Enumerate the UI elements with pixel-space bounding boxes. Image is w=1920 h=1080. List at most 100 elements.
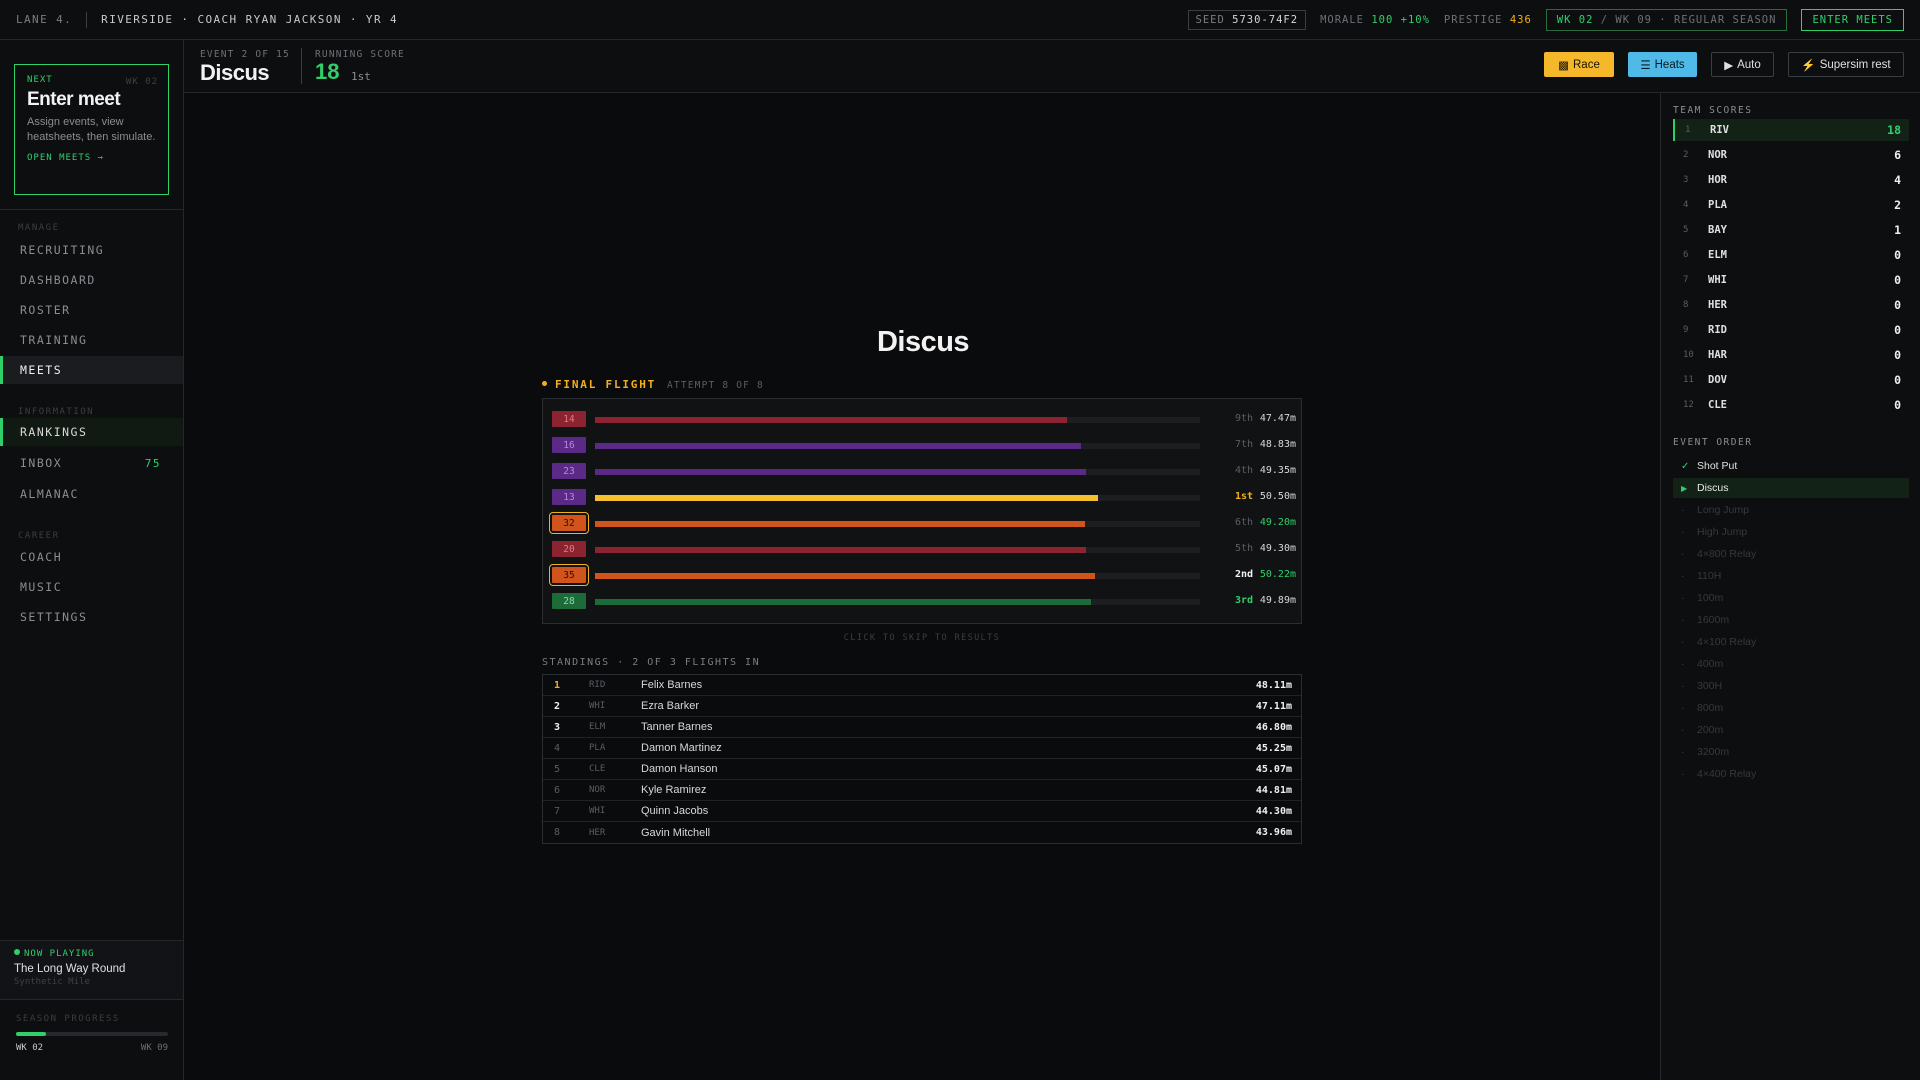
team-score-row[interactable]: 10 HAR 0	[1673, 344, 1909, 366]
event-order-item[interactable]: · 800m	[1673, 698, 1909, 718]
flight-dot-icon	[542, 381, 547, 386]
athlete-bib: 32	[549, 512, 589, 534]
event-name: 800m	[1697, 702, 1724, 714]
team-score-row[interactable]: 9 RID 0	[1673, 319, 1909, 341]
sidebar-item-music[interactable]: MUSIC	[0, 573, 183, 601]
now-playing-tag: NOW PLAYING	[24, 949, 95, 959]
event-order-item[interactable]: · 1600m	[1673, 610, 1909, 630]
standing-team: PLA	[589, 743, 606, 753]
auto-button[interactable]: ▶ Auto	[1711, 52, 1774, 77]
sidebar-item-inbox[interactable]: INBOX 75	[0, 449, 183, 477]
sidebar-item-meets[interactable]: MEETS	[0, 356, 183, 384]
pending-dot-icon: ·	[1681, 702, 1685, 714]
standing-rank: 6	[554, 784, 561, 796]
event-order-item[interactable]: · 3200m	[1673, 742, 1909, 762]
sidebar-item-training[interactable]: TRAINING	[0, 326, 183, 354]
flight-row[interactable]: 13 1st 50.50m	[543, 485, 1303, 511]
now-playing-widget[interactable]: NOW PLAYING The Long Way Round Synthetic…	[0, 940, 183, 1000]
team-score-row[interactable]: 2 NOR 6	[1673, 144, 1909, 166]
event-counter: EVENT 2 OF 15	[200, 49, 290, 60]
team-score-row[interactable]: 12 CLE 0	[1673, 394, 1909, 416]
event-order-item[interactable]: · 4×100 Relay	[1673, 632, 1909, 652]
standing-rank: 1	[554, 679, 561, 691]
athlete-place: 6th	[1234, 517, 1253, 528]
event-order-item[interactable]: ✓ Shot Put	[1673, 456, 1909, 476]
team-points: 0	[1894, 348, 1901, 362]
next-title: Enter meet	[27, 89, 121, 110]
pending-dot-icon: ·	[1681, 658, 1685, 670]
supersim-rest-button[interactable]: ⚡ Supersim rest	[1788, 52, 1904, 77]
team-points: 0	[1894, 373, 1901, 387]
event-order-item[interactable]: · High Jump	[1673, 522, 1909, 542]
team-score-row[interactable]: 3 HOR 4	[1673, 169, 1909, 191]
week-rest: / WK 09 · REGULAR SEASON	[1600, 14, 1777, 26]
check-icon: ✓	[1681, 460, 1690, 472]
distance-track	[595, 417, 1200, 423]
event-order-item[interactable]: ▶ Discus	[1673, 478, 1909, 498]
event-order-item[interactable]: · 4×400 Relay	[1673, 764, 1909, 784]
final-flight-label: FINAL FLIGHT	[542, 378, 656, 391]
athlete-place: 2nd	[1234, 569, 1253, 580]
standing-rank: 8	[554, 827, 561, 838]
team-score-row[interactable]: 8 HER 0	[1673, 294, 1909, 316]
flight-panel[interactable]: 14 9th 47.47m 16 7th 48.83m 23 4th 49.35m 13 1st 50…	[542, 398, 1302, 624]
event-name: Long Jump	[1697, 504, 1749, 516]
list-icon: ☰	[1640, 59, 1651, 72]
sidebar-item-coach[interactable]: COACH	[0, 543, 183, 571]
standing-rank: 2	[554, 700, 561, 712]
event-name: 4×100 Relay	[1697, 636, 1757, 648]
team-rank: 5	[1683, 225, 1689, 235]
event-order-item[interactable]: · 100m	[1673, 588, 1909, 608]
event-order-item[interactable]: · 300H	[1673, 676, 1909, 696]
team-score-row[interactable]: 4 PLA 2	[1673, 194, 1909, 216]
seed-value: 5730-74F2	[1232, 14, 1299, 26]
team-rank: 4	[1683, 200, 1689, 210]
sidebar-item-rankings[interactable]: RANKINGS	[0, 418, 183, 446]
event-order-item[interactable]: · 200m	[1673, 720, 1909, 740]
sidebar-item-recruiting[interactable]: RECRUITING	[0, 236, 183, 264]
enter-meets-button[interactable]: ENTER MEETS	[1801, 9, 1904, 31]
flight-row[interactable]: 32 6th 49.20m	[543, 511, 1303, 537]
team-code: PLA	[1708, 199, 1727, 211]
sidebar-item-roster[interactable]: ROSTER	[0, 296, 183, 324]
event-name: 400m	[1697, 658, 1724, 670]
standing-team: RID	[589, 680, 606, 690]
flight-row[interactable]: 23 4th 49.35m	[543, 459, 1303, 485]
flight-row[interactable]: 20 5th 49.30m	[543, 537, 1303, 563]
team-rank: 11	[1683, 375, 1694, 385]
standing-team: NOR	[589, 785, 606, 795]
event-order-item[interactable]: · 4×800 Relay	[1673, 544, 1909, 564]
sidebar-item-settings[interactable]: SETTINGS	[0, 603, 183, 631]
team-score-row[interactable]: 11 DOV 0	[1673, 369, 1909, 391]
standings-row: 6 NOR Kyle Ramirez 44.81m	[543, 780, 1301, 801]
section-label-career: CAREER	[18, 531, 60, 541]
flight-row[interactable]: 28 3rd 49.89m	[543, 589, 1303, 615]
team-points: 6	[1894, 148, 1901, 162]
team-rank: 9	[1683, 325, 1689, 335]
flight-row[interactable]: 16 7th 48.83m	[543, 433, 1303, 459]
event-order-item[interactable]: · 400m	[1673, 654, 1909, 674]
team-score-row[interactable]: 5 BAY 1	[1673, 219, 1909, 241]
event-order-item[interactable]: · Long Jump	[1673, 500, 1909, 520]
flight-row[interactable]: 35 2nd 50.22m	[543, 563, 1303, 589]
team-rank: 7	[1683, 275, 1689, 285]
race-view-button[interactable]: ▩ Race	[1544, 52, 1614, 77]
divider	[301, 48, 302, 84]
sidebar-item-dashboard[interactable]: DASHBOARD	[0, 266, 183, 294]
team-score-row[interactable]: 7 WHI 0	[1673, 269, 1909, 291]
team-score-row[interactable]: 6 ELM 0	[1673, 244, 1909, 266]
team-score-row[interactable]: 1 RIV 18	[1673, 119, 1909, 141]
next-action-card[interactable]: NEXT WK 02 Enter meet Assign events, vie…	[14, 64, 169, 195]
event-order-item[interactable]: · 110H	[1673, 566, 1909, 586]
heats-view-button[interactable]: ☰ Heats	[1628, 52, 1697, 77]
team-code: DOV	[1708, 374, 1727, 386]
sidebar-item-almanac[interactable]: ALMANAC	[0, 480, 183, 508]
standing-mark: 46.80m	[1255, 721, 1292, 733]
standings-row: 4 PLA Damon Martinez 45.25m	[543, 738, 1301, 759]
standing-team: WHI	[589, 701, 606, 711]
flight-row[interactable]: 14 9th 47.47m	[543, 407, 1303, 433]
event-name: Shot Put	[1697, 460, 1738, 472]
team-points: 0	[1894, 323, 1901, 337]
skip-to-results-link[interactable]: CLICK TO SKIP TO RESULTS	[542, 633, 1302, 643]
open-meets-link[interactable]: OPEN MEETS →	[27, 153, 156, 163]
